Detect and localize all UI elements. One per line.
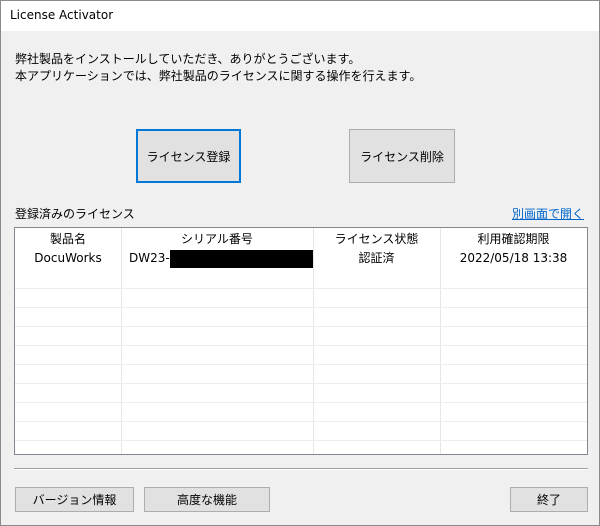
table-header: 製品名 シリアル番号 ライセンス状態 利用確認期限 bbox=[15, 230, 587, 249]
intro-text: 弊社製品をインストールしていただき、ありがとうございます。 本アプリケーションで… bbox=[15, 51, 421, 85]
column-header-product[interactable]: 製品名 bbox=[15, 230, 121, 249]
row-gridline bbox=[15, 345, 587, 346]
intro-line-2: 本アプリケーションでは、弊社製品のライセンスに関する操作を行えます。 bbox=[15, 69, 422, 83]
registered-licenses-label: 登録済みのライセンス bbox=[15, 207, 135, 221]
column-header-expiry[interactable]: 利用確認期限 bbox=[440, 230, 587, 249]
row-gridline bbox=[15, 326, 587, 327]
expiry-cell: 2022/05/18 13:38 bbox=[459, 251, 568, 265]
license-table[interactable]: 製品名 シリアル番号 ライセンス状態 利用確認期限 DocuWorks DW23… bbox=[14, 227, 588, 455]
window-title: License Activator bbox=[10, 8, 114, 22]
serial-prefix: DW23- bbox=[129, 251, 170, 265]
remove-license-button[interactable]: ライセンス削除 bbox=[349, 129, 455, 183]
row-gridline bbox=[15, 383, 587, 384]
version-info-button[interactable]: バージョン情報 bbox=[15, 487, 134, 512]
column-header-serial[interactable]: シリアル番号 bbox=[121, 230, 313, 249]
table-row[interactable]: DocuWorks DW23- 認証済 2022/05/18 13:38 bbox=[15, 249, 587, 268]
product-cell: DocuWorks bbox=[34, 251, 102, 265]
footer-separator bbox=[14, 468, 588, 470]
advanced-features-button[interactable]: 高度な機能 bbox=[144, 487, 270, 512]
license-activator-window: License Activator 弊社製品をインストールしていただき、ありがと… bbox=[0, 0, 600, 526]
row-gridline bbox=[15, 288, 587, 289]
column-header-status[interactable]: ライセンス状態 bbox=[313, 230, 440, 249]
row-gridline bbox=[15, 421, 587, 422]
row-gridline bbox=[15, 307, 587, 308]
serial-cell: DW23- bbox=[121, 249, 313, 268]
open-in-new-window-link[interactable]: 別画面で開く bbox=[512, 205, 584, 222]
register-license-button[interactable]: ライセンス登録 bbox=[136, 129, 241, 183]
intro-line-1: 弊社製品をインストールしていただき、ありがとうございます。 bbox=[15, 52, 361, 66]
status-cell: 認証済 bbox=[358, 251, 395, 265]
row-gridline bbox=[15, 440, 587, 441]
title-bar[interactable]: License Activator bbox=[1, 1, 599, 31]
exit-button[interactable]: 終了 bbox=[510, 487, 588, 512]
redacted-serial bbox=[169, 249, 313, 268]
row-gridline bbox=[15, 402, 587, 403]
row-gridline bbox=[15, 364, 587, 365]
